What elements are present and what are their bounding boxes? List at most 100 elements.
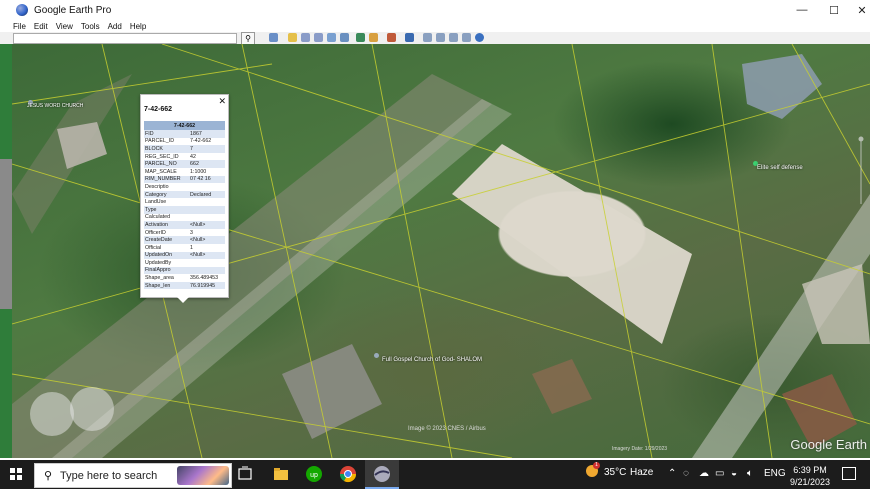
taskbar-search-input[interactable]: ⚲ Type here to search [34, 463, 232, 488]
menu-bar: File Edit View Tools Add Help [12, 20, 870, 32]
imagery-credit: Image © 2023 CNES / Airbus [408, 426, 486, 432]
svg-text:up: up [310, 472, 318, 479]
earth-icon[interactable] [475, 33, 484, 42]
table-row: CreateDate <Null> [144, 236, 225, 244]
record-tour-icon[interactable] [340, 33, 349, 42]
taskbar: ⚲ Type here to search up 1 35°C Haze ⌃ ◌… [0, 460, 870, 489]
weather-description[interactable]: Haze [630, 467, 653, 478]
menu-add[interactable]: Add [108, 22, 122, 31]
attr-value: 42 [190, 153, 196, 160]
clock[interactable]: 6:39 PM 9/21/2023 [790, 464, 830, 488]
attr-value: <Null> [189, 236, 225, 244]
attr-value: 1 [190, 244, 193, 251]
volume-icon[interactable]: 🔈︎ [747, 468, 753, 479]
table-row: Official 1 [144, 244, 225, 252]
attr-key: BLOCK [144, 145, 190, 153]
path-icon[interactable] [314, 33, 323, 42]
building-roof [532, 359, 592, 414]
image-overlay-icon[interactable] [327, 33, 336, 42]
close-button[interactable]: ✕ [845, 0, 870, 20]
place-label-jesus-word-church[interactable]: JESUS WORD CHURCH [27, 103, 83, 109]
search-input[interactable] [13, 33, 237, 44]
task-view-icon[interactable] [236, 465, 254, 483]
polygon-icon[interactable] [301, 33, 310, 42]
clock-time: 6:39 PM [793, 465, 827, 475]
attr-value [189, 259, 225, 267]
balloon-title: 7-42-662 [144, 106, 173, 113]
print-icon[interactable] [436, 33, 445, 42]
placemark-icon[interactable] [288, 33, 297, 42]
attr-value: 7-42-662 [190, 138, 212, 145]
historical-imagery-icon[interactable] [356, 33, 365, 42]
attr-key: UpdatedBy [145, 259, 172, 266]
network-icon[interactable]: ◒ [731, 468, 737, 479]
place-label-full-gospel-church[interactable]: Full Gospel Church of God- SHALOM [382, 357, 482, 363]
sunlight-icon[interactable] [369, 33, 378, 42]
balloon-close-button[interactable]: ✕ [218, 96, 226, 107]
weather-temp[interactable]: 35°C [604, 467, 626, 478]
road-highlight [52, 99, 512, 458]
attr-key: LandUse [145, 199, 167, 206]
attr-value: 76.919945 [189, 281, 225, 290]
attr-value: 1867 [189, 130, 225, 138]
table-row: LandUse [144, 198, 225, 206]
chrome-icon[interactable] [339, 465, 357, 483]
attr-key: REG_SEC_ID [145, 153, 179, 160]
balloon-tail [175, 295, 191, 303]
minimize-button[interactable]: — [785, 0, 819, 20]
table-row: OfficerID 3 [144, 229, 225, 237]
imagery-date: Imagery Date: 1/29/2023 [612, 446, 668, 452]
attr-key: OfficerID [145, 229, 166, 236]
table-row: Shape_area 356.489453 [144, 274, 225, 282]
attr-value: 662 [189, 160, 225, 168]
title-bar: Google Earth Pro [0, 0, 870, 20]
attr-value: 356.489453 [190, 275, 219, 282]
save-image-icon[interactable] [449, 33, 458, 42]
search-highlight-image [177, 466, 229, 485]
windows-start-icon[interactable] [10, 468, 22, 480]
table-row: Type [144, 205, 225, 214]
attr-value: <Null> [189, 221, 225, 229]
menu-help[interactable]: Help [130, 22, 146, 31]
attr-key: FinalAppro [144, 266, 190, 275]
sidebar-toggle-icon[interactable] [269, 33, 278, 42]
language-indicator[interactable]: ENG [764, 468, 786, 479]
menu-view[interactable]: View [56, 22, 73, 31]
table-row: BLOCK 7 [144, 145, 225, 153]
attr-key: RIM_NUMBER [144, 175, 190, 184]
google-earth-icon [374, 466, 390, 482]
meet-now-icon[interactable]: ◌ [683, 468, 689, 479]
attr-value: 7 [189, 145, 225, 153]
nav-circle [70, 387, 114, 431]
google-earth-taskbar-button[interactable] [365, 460, 399, 489]
place-label-elite-self-defense[interactable]: Elite self defense [757, 165, 803, 171]
table-row: REG_SEC_ID 42 [144, 153, 225, 161]
attr-key: UpdatedOn [144, 251, 190, 260]
search-icon: ⚲ [44, 470, 53, 482]
planets-icon[interactable] [387, 33, 396, 42]
email-icon[interactable] [423, 33, 432, 42]
attr-key: FID [144, 130, 190, 138]
file-explorer-icon[interactable] [272, 465, 290, 483]
table-row: FinalAppro [144, 266, 225, 275]
attr-key: CreateDate [144, 236, 190, 244]
attr-value: 3 [190, 229, 193, 236]
attr-value: <Null> [189, 251, 225, 260]
upwork-icon[interactable]: up [305, 465, 323, 483]
show-hidden-icons-chevron-up-icon[interactable]: ⌃ [668, 468, 676, 479]
place-pin-icon[interactable] [374, 353, 379, 358]
notifications-icon[interactable] [842, 467, 856, 480]
cloud-icon[interactable]: ☁ [699, 468, 709, 479]
ruler-icon[interactable] [405, 33, 414, 42]
menu-file[interactable]: File [13, 22, 26, 31]
menu-edit[interactable]: Edit [34, 22, 48, 31]
attr-key: PARCEL_NO [144, 160, 190, 168]
attr-value [189, 266, 225, 275]
menu-tools[interactable]: Tools [81, 22, 100, 31]
attr-key: Official [145, 244, 162, 251]
view-in-maps-icon[interactable] [462, 33, 471, 42]
battery-icon[interactable]: ▭ [715, 468, 724, 479]
attr-value [189, 214, 225, 222]
table-row: PARCEL_NO 662 [144, 160, 225, 168]
weather-badge: 1 [593, 462, 600, 469]
